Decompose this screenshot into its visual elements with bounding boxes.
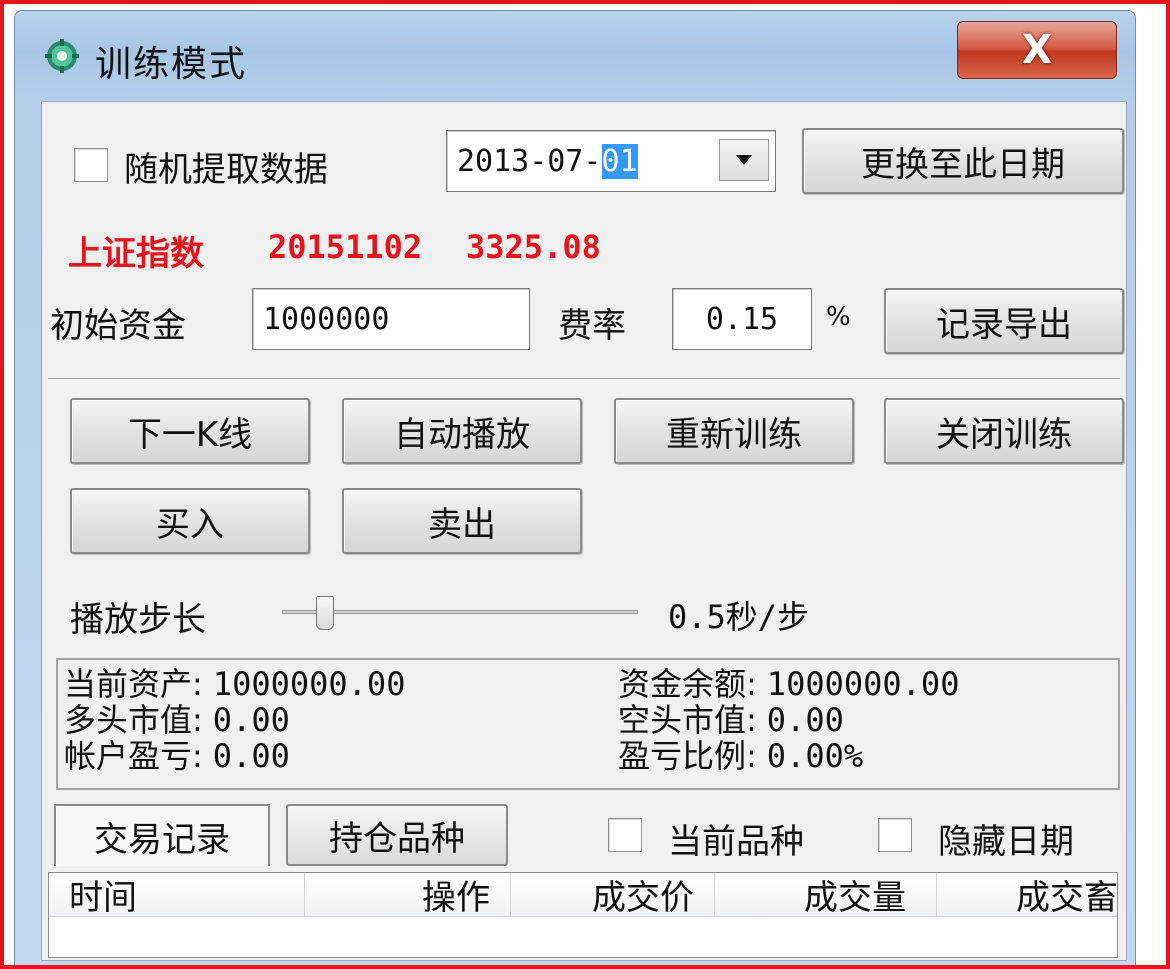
chevron-down-icon[interactable] [719, 139, 769, 181]
capital-input[interactable]: 1000000 [252, 288, 530, 350]
long-value-label: 多头市值: [64, 701, 203, 739]
short-value: 0.00 [766, 701, 844, 739]
next-k-line-button[interactable]: 下一K线 [70, 398, 310, 464]
cash-balance-value: 1000000.00 [766, 665, 960, 703]
current-symbol-label: 当前品种 [668, 822, 804, 862]
pl-ratio-value: 0.00% [766, 737, 864, 775]
date-picker[interactable]: 2013-07- 01 [446, 130, 776, 192]
close-button[interactable]: X [957, 21, 1117, 79]
playback-slider-thumb[interactable] [315, 596, 334, 630]
export-button[interactable]: 记录导出 [884, 288, 1124, 354]
capital-label: 初始资金 [50, 306, 186, 346]
close-training-button[interactable]: 关闭训练 [884, 398, 1124, 464]
long-value: 0.00 [212, 701, 290, 739]
client-area: 随机提取数据 2013-07- 01 更换至此日期 上证指数 20151102 3… [41, 101, 1127, 961]
trade-records-table[interactable]: 时间 操作 成交价 成交量 成交畜 [48, 872, 1118, 958]
index-date: 20151102 [268, 228, 423, 266]
auto-play-button[interactable]: 自动播放 [342, 398, 582, 464]
column-header-action[interactable]: 操作 [305, 873, 511, 917]
current-assets-value: 1000000.00 [212, 665, 406, 703]
playback-label: 播放步长 [70, 600, 206, 640]
random-data-checkbox[interactable] [74, 148, 108, 182]
date-prefix: 2013-07- [457, 143, 602, 179]
column-header-amount[interactable]: 成交畜 [937, 873, 1117, 917]
window-title: 训练模式 [95, 44, 248, 85]
buy-button[interactable]: 买入 [70, 488, 310, 554]
random-data-label: 随机提取数据 [124, 150, 328, 190]
hide-date-checkbox[interactable] [878, 818, 912, 852]
restart-training-button[interactable]: 重新训练 [614, 398, 854, 464]
account-pl-label: 帐户盈亏: [64, 737, 203, 775]
playback-value: 0.5秒/步 [668, 598, 810, 636]
tab-positions[interactable]: 持仓品种 [286, 804, 508, 866]
divider [48, 378, 1120, 380]
index-value: 3325.08 [466, 228, 601, 266]
fee-unit: % [826, 302, 851, 332]
current-symbol-checkbox[interactable] [608, 818, 642, 852]
pl-ratio-label: 盈亏比例: [618, 737, 757, 775]
index-name: 上证指数 [68, 234, 204, 274]
hide-date-label: 隐藏日期 [938, 822, 1074, 862]
account-stats-panel: 当前资产: 1000000.00 多头市值: 0.00 帐户盈亏: 0.00 资金余额… [56, 658, 1120, 790]
current-assets-label: 当前资产: [64, 665, 203, 703]
column-header-volume[interactable]: 成交量 [715, 873, 937, 917]
date-selected-day[interactable]: 01 [601, 143, 638, 179]
gear-icon [43, 37, 81, 75]
account-pl-value: 0.00 [212, 737, 290, 775]
fee-input[interactable]: 0.15 [672, 288, 812, 350]
column-header-price[interactable]: 成交价 [511, 873, 715, 917]
fee-label: 费率 [558, 306, 626, 346]
playback-slider-track[interactable] [282, 610, 638, 614]
change-date-button[interactable]: 更换至此日期 [802, 128, 1124, 194]
short-value-label: 空头市值: [618, 701, 757, 739]
tab-trade-records[interactable]: 交易记录 [54, 804, 270, 866]
column-header-time[interactable]: 时间 [49, 873, 305, 917]
training-mode-window: 训练模式 X 随机提取数据 2013-07- 01 更换至此日期 上证指数 201… [14, 10, 1136, 969]
close-icon: X [1021, 27, 1053, 73]
sell-button[interactable]: 卖出 [342, 488, 582, 554]
cash-balance-label: 资金余额: [618, 665, 757, 703]
